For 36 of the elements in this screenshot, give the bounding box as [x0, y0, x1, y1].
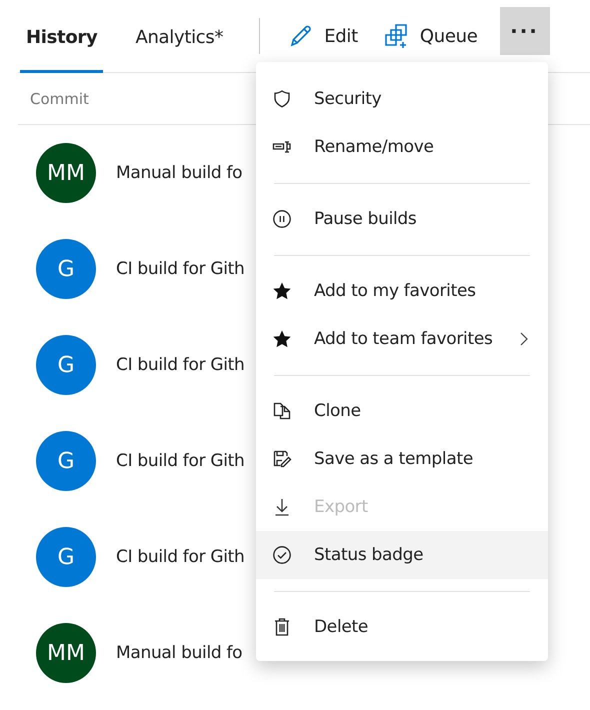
shield-icon — [272, 89, 292, 109]
save-template-icon — [272, 449, 292, 469]
pause-icon — [272, 209, 292, 229]
build-title: Manual build fo — [116, 643, 242, 663]
menu-item[interactable]: Rename/move — [256, 123, 548, 171]
menu-item[interactable]: Status badge — [256, 531, 548, 579]
build-title: CI build for Gith — [116, 355, 245, 375]
avatar: MM — [36, 623, 96, 683]
tab[interactable]: History — [20, 0, 104, 72]
build-title: CI build for Gith — [116, 547, 245, 567]
column-header: Commit — [30, 90, 89, 108]
more-button[interactable]: ··· — [500, 7, 550, 55]
avatar: G — [36, 335, 96, 395]
edit-button[interactable]: Edit — [280, 12, 366, 60]
menu-item[interactable]: Pause builds — [256, 195, 548, 243]
trash-icon — [272, 617, 292, 637]
queue-button[interactable]: Queue — [376, 12, 486, 60]
avatar: G — [36, 239, 96, 299]
menu-item[interactable]: Clone — [256, 387, 548, 435]
avatar: G — [36, 431, 96, 491]
build-title: CI build for Gith — [116, 451, 245, 471]
menu-item[interactable]: Add to my favorites — [256, 267, 548, 315]
build-title: CI build for Gith — [116, 259, 245, 279]
menu-item[interactable]: Add to team favorites — [256, 315, 548, 363]
avatar: G — [36, 527, 96, 587]
avatar: MM — [36, 143, 96, 203]
copy-icon — [272, 401, 292, 421]
build-title: Manual build fo — [116, 163, 242, 183]
menu-item[interactable]: Save as a template — [256, 435, 548, 483]
check-circle-icon — [272, 545, 292, 565]
menu-item[interactable]: Delete — [256, 603, 548, 651]
star-icon — [272, 329, 292, 349]
star-icon — [272, 281, 292, 301]
stacked-squares-icon — [384, 23, 410, 49]
menu-item[interactable]: Security — [256, 75, 548, 123]
tab[interactable]: Analytics* — [129, 0, 230, 72]
